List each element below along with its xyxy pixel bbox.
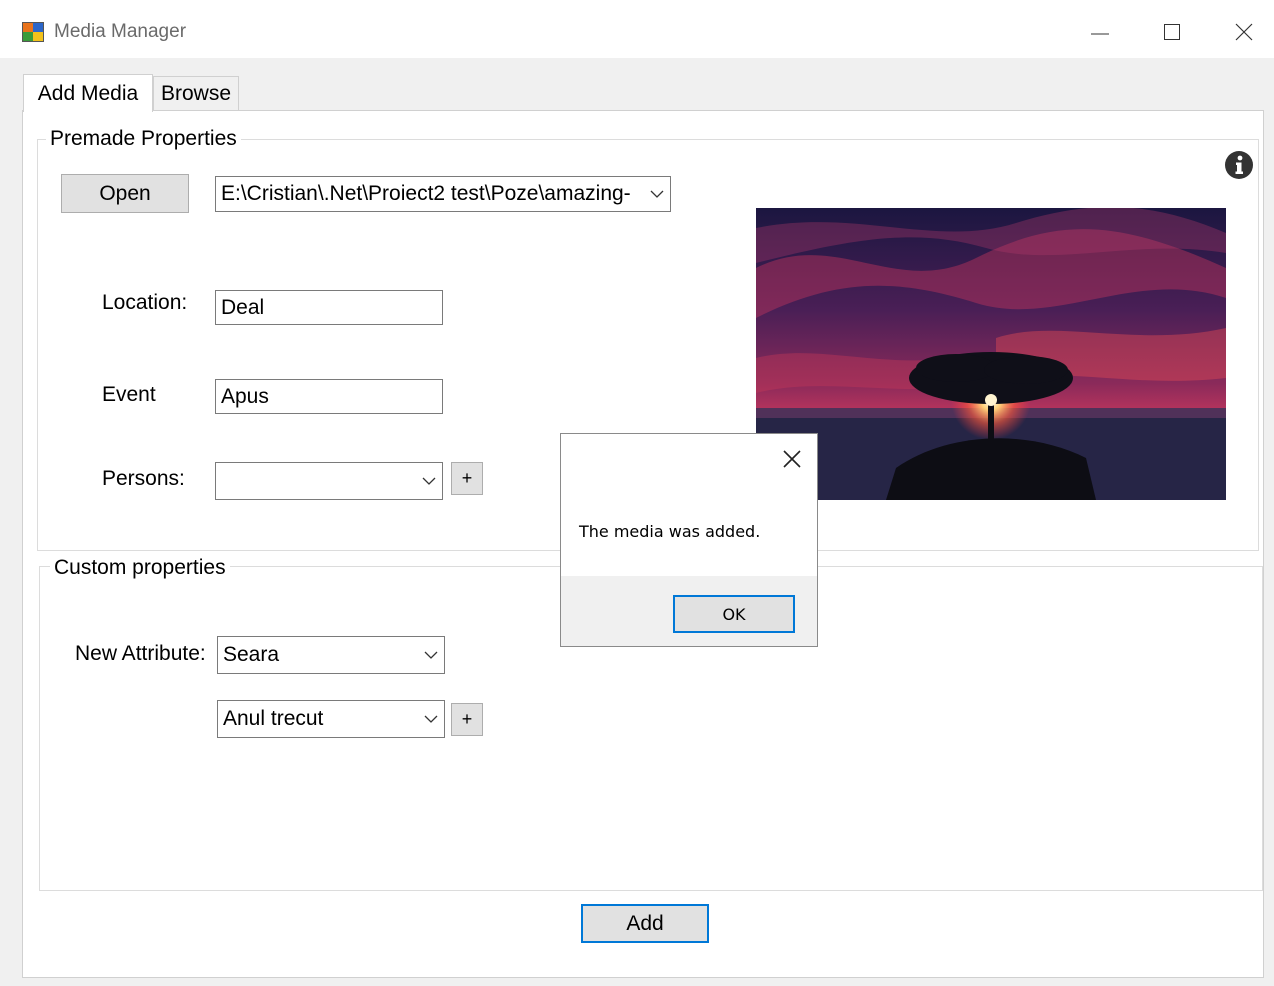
window-title: Media Manager xyxy=(54,21,187,42)
file-path-value: E:\Cristian\.Net\Proiect2 test\Poze\amaz… xyxy=(221,182,631,205)
chevron-down-icon xyxy=(424,651,438,659)
info-icon xyxy=(1225,151,1253,179)
chevron-down-icon xyxy=(424,715,438,723)
location-input[interactable]: Deal xyxy=(215,290,443,325)
new-attribute-label: New Attribute: xyxy=(75,642,206,665)
title-bar: Media Manager xyxy=(0,0,1274,58)
persons-combo[interactable] xyxy=(215,462,443,500)
chevron-down-icon xyxy=(422,477,436,485)
attribute-value-value: Anul trecut xyxy=(223,707,324,730)
dialog-close-button[interactable] xyxy=(775,442,809,476)
open-button[interactable]: Open xyxy=(61,174,189,213)
persons-label: Persons: xyxy=(102,467,185,490)
chevron-down-icon xyxy=(650,190,664,198)
close-icon xyxy=(1235,23,1253,41)
attribute-value-combo[interactable]: Anul trecut xyxy=(217,700,445,738)
add-person-button[interactable]: + xyxy=(451,462,483,495)
message-dialog: The media was added. OK xyxy=(560,433,818,647)
maximize-icon xyxy=(1164,24,1180,40)
dialog-message: The media was added. xyxy=(579,522,761,541)
attribute-name-value: Seara xyxy=(223,643,280,666)
close-button[interactable] xyxy=(1214,10,1274,54)
minimize-button[interactable] xyxy=(1070,10,1130,54)
app-icon xyxy=(22,22,44,42)
close-icon xyxy=(783,450,801,468)
add-attribute-button[interactable]: + xyxy=(451,703,483,736)
custom-properties-legend: Custom properties xyxy=(50,556,230,580)
dialog-ok-button[interactable]: OK xyxy=(673,595,795,633)
file-path-combo[interactable]: E:\Cristian\.Net\Proiect2 test\Poze\amaz… xyxy=(215,176,671,212)
event-input[interactable]: Apus xyxy=(215,379,443,414)
maximize-button[interactable] xyxy=(1142,10,1202,54)
info-button[interactable] xyxy=(1224,150,1254,180)
premade-properties-legend: Premade Properties xyxy=(46,127,241,151)
add-button[interactable]: Add xyxy=(581,904,709,943)
location-label: Location: xyxy=(102,291,188,314)
tab-browse[interactable]: Browse xyxy=(153,76,239,110)
tab-add-media[interactable]: Add Media xyxy=(23,74,153,112)
minimize-icon xyxy=(1091,33,1109,35)
media-preview-image xyxy=(756,208,1226,500)
attribute-name-combo[interactable]: Seara xyxy=(217,636,445,674)
event-label: Event xyxy=(102,383,156,406)
